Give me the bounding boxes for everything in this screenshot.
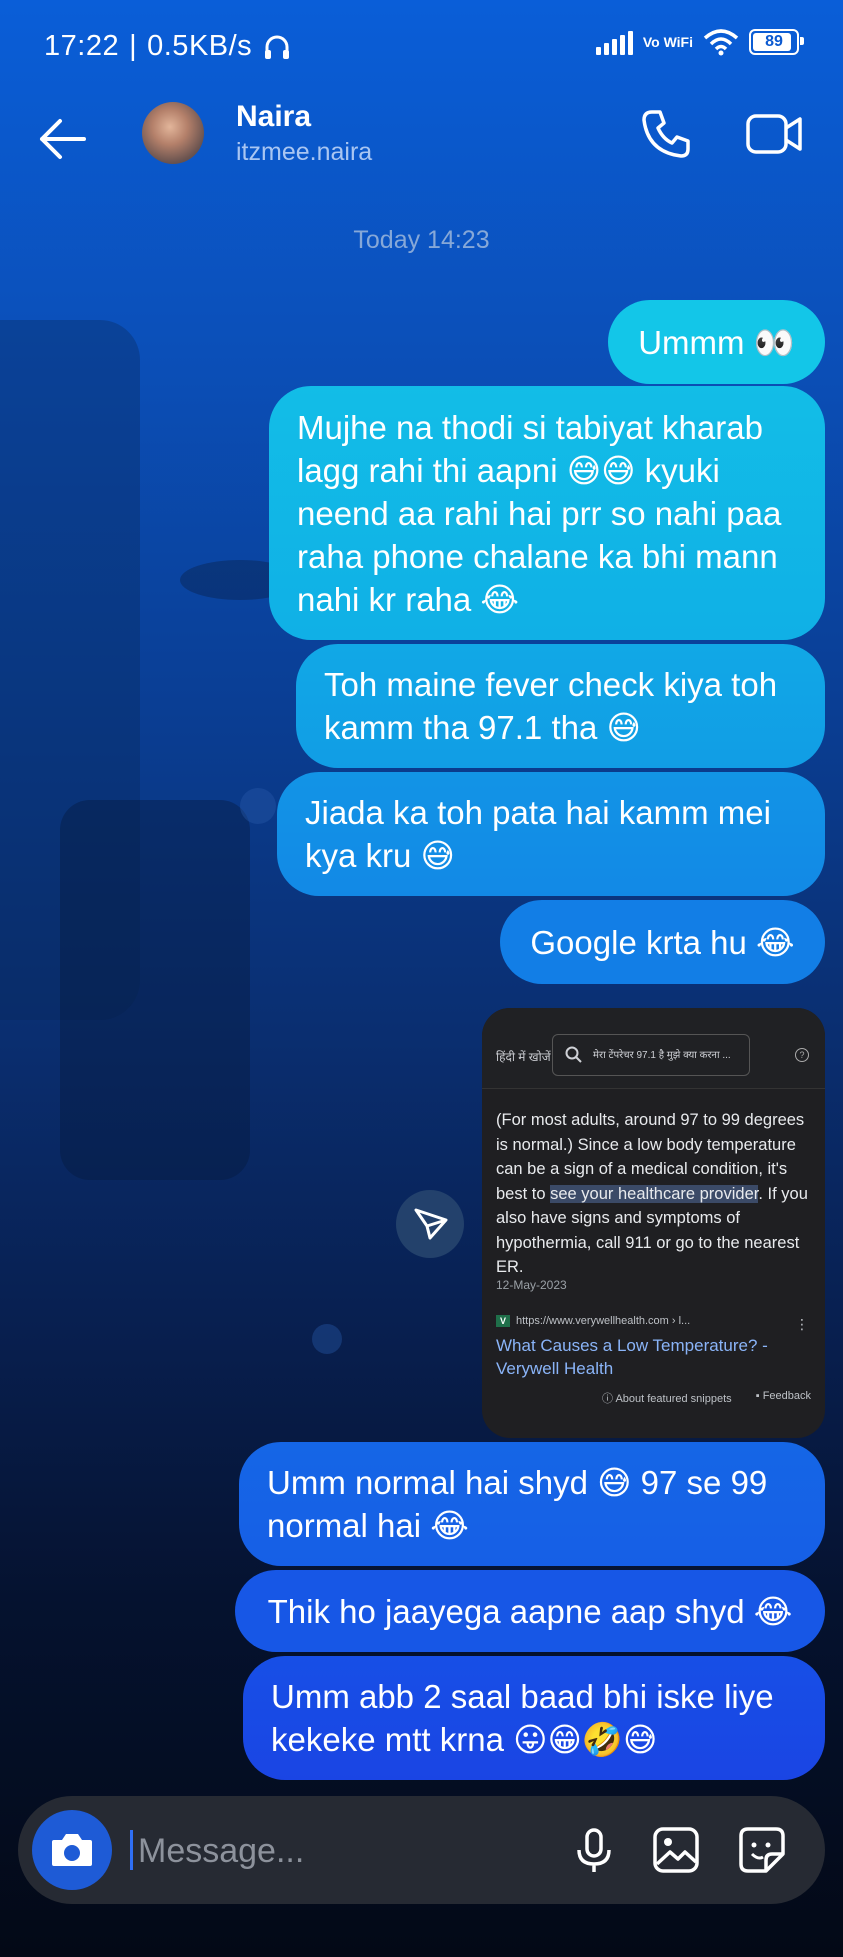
featured-snippet: (For most adults, around 97 to 99 degree…: [496, 1108, 814, 1280]
avatar[interactable]: [142, 102, 204, 164]
text-cursor: [130, 1830, 133, 1870]
feedback-label: Feedback: [762, 1390, 811, 1402]
sticker-icon[interactable]: [734, 1822, 790, 1878]
clock: 17:22: [44, 30, 120, 62]
source-url: https://www.verywellhealth.com › l...: [516, 1315, 691, 1327]
chat-screen: 17:22 | 0.5KB/s Vo WiFi 89 Naira itzmee.…: [0, 0, 843, 1957]
message-bubble[interactable]: Umm abb 2 saal baad bhi iske liye kekeke…: [243, 1656, 825, 1780]
message-composer: [18, 1796, 825, 1904]
message-text: Google krta hu 😂: [530, 923, 795, 961]
battery-percentage: 89: [765, 33, 783, 50]
video-call-icon[interactable]: [744, 106, 806, 162]
camera-icon: [52, 1834, 92, 1866]
search-icon: [565, 1046, 582, 1063]
background-coral-decoration: [60, 800, 250, 1180]
chat-header: Naira itzmee.naira: [0, 92, 843, 212]
message-bubble[interactable]: Ummm 👀: [608, 300, 825, 384]
message-text: Umm normal hai shyd 😅 97 se 99 normal ha…: [267, 1464, 768, 1544]
snippet-highlight: see your healthcare provider: [550, 1184, 759, 1203]
background-bubble-decoration: [312, 1324, 342, 1354]
send-icon: [414, 1208, 448, 1240]
background-bubble-decoration: [240, 788, 276, 824]
message-bubble[interactable]: Umm normal hai shyd 😅 97 se 99 normal ha…: [239, 1442, 825, 1566]
message-bubble[interactable]: Mujhe na thodi si tabiyat kharab lagg ra…: [269, 386, 825, 640]
hindi-search-label: हिंदी में खोजें: [496, 1050, 551, 1064]
vowifi-label: Vo WiFi: [642, 34, 693, 50]
result-link: What Causes a Low Temperature? - Verywel…: [496, 1336, 768, 1378]
camera-button[interactable]: [32, 1810, 112, 1890]
battery-icon: 89: [749, 29, 804, 55]
back-arrow-icon[interactable]: [34, 114, 90, 164]
message-bubble[interactable]: Jiada ka toh pata hai kamm mei kya kru 😅: [277, 772, 825, 896]
message-text: Jiada ka toh pata hai kamm mei kya kru 😅: [305, 794, 771, 874]
search-query: मेरा टेंपरेचर 97.1 है मुझे क्या करना ...: [593, 1050, 731, 1061]
contact-username[interactable]: itzmee.naira: [236, 138, 372, 167]
message-text: Umm abb 2 saal baad bhi iske liye kekeke…: [271, 1678, 774, 1758]
message-input[interactable]: [136, 1820, 440, 1882]
share-button[interactable]: [396, 1190, 464, 1258]
snippet-date: 12-May-2023: [496, 1278, 567, 1292]
gallery-icon[interactable]: [648, 1822, 704, 1878]
microphone-icon[interactable]: [566, 1822, 622, 1878]
google-search-bar: हिंदी में खोजें मेरा टेंपरेचर 97.1 है मु…: [482, 1008, 825, 1089]
message-text: Toh maine fever check kiya toh kamm tha …: [324, 666, 778, 746]
status-right: Vo WiFi 89: [595, 28, 804, 56]
status-left: 17:22 | 0.5KB/s: [44, 30, 292, 63]
contact-name[interactable]: Naira: [236, 100, 311, 134]
headphones-icon: [265, 35, 290, 59]
help-icon: ?: [795, 1048, 809, 1062]
google-search-field: मेरा टेंपरेचर 97.1 है मुझे क्या करना ...: [552, 1034, 750, 1076]
message-text: Mujhe na thodi si tabiyat kharab lagg ra…: [297, 408, 782, 618]
more-options-icon: ⋮: [795, 1316, 809, 1332]
message-text: Thik ho jaayega aapne aap shyd 😂: [267, 1592, 793, 1630]
verywell-logo-icon: V: [496, 1315, 510, 1327]
status-separator: |: [129, 30, 138, 62]
chat-timestamp: Today 14:23: [353, 226, 490, 254]
message-bubble[interactable]: Google krta hu 😂: [500, 900, 825, 984]
about-snippets: ⓘ About featured snippets: [602, 1393, 732, 1405]
wifi-icon: [703, 29, 739, 56]
source-line: V https://www.verywellhealth.com › l...: [496, 1315, 690, 1327]
message-bubble[interactable]: Toh maine fever check kiya toh kamm tha …: [296, 644, 825, 768]
status-bar: 17:22 | 0.5KB/s Vo WiFi 89: [0, 0, 843, 92]
about-snippets-label: About featured snippets: [615, 1393, 732, 1405]
shared-screenshot[interactable]: हिंदी में खोजें मेरा टेंपरेचर 97.1 है मु…: [482, 1008, 825, 1438]
network-speed: 0.5KB/s: [147, 30, 253, 62]
phone-icon[interactable]: [638, 106, 694, 162]
signal-icon: [595, 29, 633, 55]
message-bubble[interactable]: Thik ho jaayega aapne aap shyd 😂: [235, 1570, 825, 1652]
message-text: Ummm 👀: [638, 323, 795, 361]
feedback-link: ▪ Feedback: [755, 1390, 811, 1402]
